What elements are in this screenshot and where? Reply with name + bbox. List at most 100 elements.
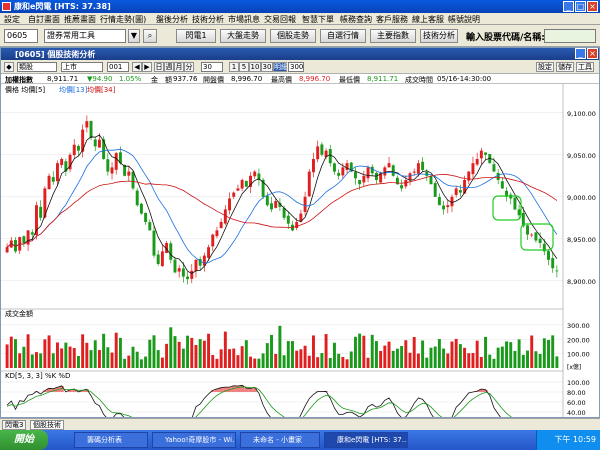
menu-item-recommended[interactable]: 推薦畫面: [64, 14, 96, 25]
group-select[interactable]: 001: [107, 62, 129, 72]
menu-item-settings[interactable]: 設定: [4, 14, 20, 25]
menu-item-trade-report[interactable]: 交易回報: [264, 14, 296, 25]
volume-bar: [219, 349, 223, 368]
period-minute[interactable]: 分: [184, 62, 194, 72]
highlight-box-1: [492, 195, 522, 221]
volume-bar: [165, 343, 169, 368]
candle-body: [479, 150, 483, 159]
candle-body: [492, 164, 496, 172]
toolbar-button-indices[interactable]: 主要指數: [370, 29, 416, 43]
bar-count-field[interactable]: 300: [288, 62, 304, 72]
volume-bar: [278, 325, 282, 368]
taskbar-item-3[interactable]: 未命名 - 小畫家: [240, 432, 320, 448]
chevron-down-icon[interactable]: ▼: [128, 29, 140, 43]
candle-body: [370, 166, 374, 174]
nav-arrow-icon[interactable]: ◆: [4, 62, 14, 72]
maximize-button[interactable]: □: [575, 1, 586, 12]
candle-body: [30, 232, 34, 235]
candle-body: [408, 173, 412, 181]
volume-bar: [505, 341, 509, 368]
minimize-button[interactable]: _: [563, 1, 574, 12]
period-day[interactable]: 日: [154, 62, 164, 72]
menu-item-account[interactable]: 帳務查詢: [340, 14, 372, 25]
toolbar-button-market-trend[interactable]: 大盤走勢: [220, 29, 266, 43]
tab-stock-technical[interactable]: 個股技術: [30, 420, 64, 430]
volume-bar: [458, 344, 462, 368]
save-button[interactable]: 儲存: [556, 62, 574, 72]
menu-item-custom-screen[interactable]: 自訂畫面: [28, 14, 60, 25]
ma34-line: [6, 174, 558, 248]
close-button[interactable]: ×: [587, 1, 598, 12]
volume-bar: [202, 340, 206, 368]
volume-bar: [391, 350, 395, 368]
menu-item-quotes[interactable]: 行情走勢(圖): [100, 14, 146, 25]
candle-body: [500, 181, 504, 189]
candle-body: [169, 243, 173, 260]
magnifier-icon[interactable]: ⌕: [143, 29, 157, 43]
volume-bar: [328, 358, 332, 368]
toolbar-button-flash1[interactable]: 閃電1: [176, 29, 216, 43]
candle-body: [391, 165, 395, 176]
candle-body: [429, 176, 433, 185]
taskbar-item-1[interactable]: 籌碼分析表: [74, 432, 148, 448]
price-tick-label: 9,000.00: [567, 194, 596, 202]
volume-bar: [412, 336, 416, 368]
menu-item-smart-order[interactable]: 智慧下單: [302, 14, 334, 25]
stock-code-field[interactable]: 0605: [4, 29, 38, 43]
candle-body: [555, 270, 559, 272]
search-input[interactable]: [544, 29, 596, 43]
menu-item-after-hours[interactable]: 盤後分析: [156, 14, 188, 25]
candle-body: [72, 144, 76, 156]
next-icon[interactable]: ▶: [142, 62, 152, 72]
volume-bar: [454, 338, 458, 368]
technical-chart[interactable]: 價格 均價[5] 均價[13] 均價[34] 9,100.00 9,050.00 9…: [1, 84, 599, 417]
tools-button[interactable]: 工具: [576, 62, 594, 72]
tab-flash-3[interactable]: 閃電3: [2, 420, 27, 430]
panel-minimize-button[interactable]: _: [575, 48, 586, 59]
prev-icon[interactable]: ◀: [132, 62, 142, 72]
candle-body: [337, 172, 341, 176]
volume-bar: [18, 353, 22, 368]
volume-bar: [177, 341, 181, 368]
tick-detail-button[interactable]: 明細: [273, 62, 288, 72]
menu-item-online-support[interactable]: 線上客服: [412, 14, 444, 25]
volume-bar: [270, 334, 273, 368]
volume-bar: [303, 345, 307, 368]
toolbar-button-stock-trend[interactable]: 個股走勢: [270, 29, 316, 43]
period-month[interactable]: 月: [174, 62, 184, 72]
minute-30[interactable]: 30: [261, 62, 273, 72]
toolbar-button-watchlist[interactable]: 自選行情: [320, 29, 366, 43]
toolbar-button-technical[interactable]: 技術分析: [420, 29, 458, 43]
menu-item-technical[interactable]: 技術分析: [192, 14, 224, 25]
volume-bar: [542, 338, 546, 368]
candle-body: [530, 234, 534, 236]
period-week[interactable]: 週: [164, 62, 174, 72]
candle-body: [362, 175, 366, 183]
category-select[interactable]: 類股: [17, 62, 57, 72]
tool-list-select[interactable]: 證券常用工具: [44, 29, 126, 43]
volume-bar: [383, 345, 387, 368]
price-tick-label: 9,100.00: [567, 110, 596, 118]
candle-body: [383, 167, 387, 176]
taskbar-item-4[interactable]: 康和e閃電 [HTS: 37...: [324, 432, 408, 448]
settings-button[interactable]: 設定: [536, 62, 554, 72]
start-button[interactable]: 開始: [0, 430, 48, 450]
minute-1[interactable]: 1: [229, 62, 239, 72]
minute-5[interactable]: 5: [239, 62, 249, 72]
quote-amount: 937.76: [173, 75, 198, 83]
market-select[interactable]: 上市: [61, 62, 103, 72]
panel-close-button[interactable]: ×: [587, 48, 598, 59]
volume-bar: [429, 347, 433, 368]
volume-bar: [265, 343, 269, 368]
taskbar-item-2[interactable]: Yahoo!奇摩股市 - Wi...: [152, 432, 236, 448]
interval-select[interactable]: 30: [201, 62, 223, 72]
volume-bar: [194, 345, 198, 368]
menu-item-service[interactable]: 客戶服務: [376, 14, 408, 25]
menu-bar: 設定 自訂畫面 推薦畫面 行情走勢(圖) 盤後分析 技術分析 市場訊息 交易回報…: [0, 13, 600, 25]
volume-bar: [421, 340, 425, 368]
menu-item-market-news[interactable]: 市場訊息: [228, 14, 260, 25]
menu-item-account-help[interactable]: 帳號說明: [448, 14, 480, 25]
minute-10[interactable]: 10: [249, 62, 261, 72]
candle-body: [450, 196, 454, 207]
kd-tick-label: 80.00: [567, 389, 586, 397]
